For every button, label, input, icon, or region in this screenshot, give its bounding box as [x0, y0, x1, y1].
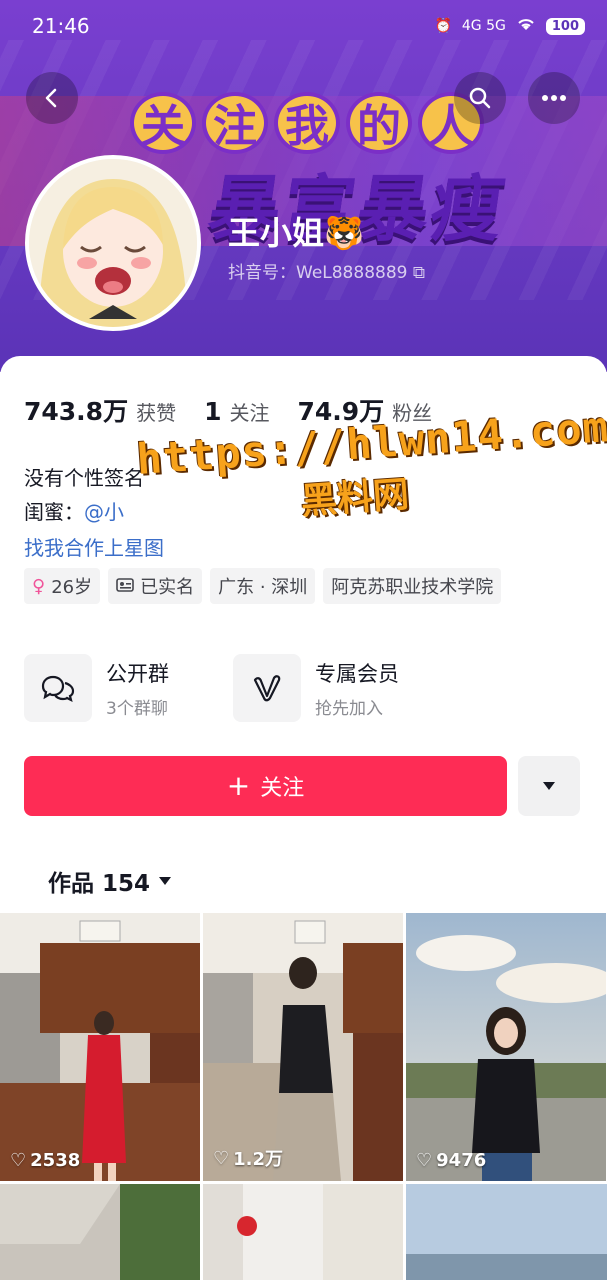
banner-char: 关	[130, 92, 196, 154]
member-sub: 抢先加入	[315, 698, 383, 719]
bio-signature: 没有个性签名	[24, 466, 144, 490]
video-thumbnail-image	[0, 1184, 200, 1280]
member-text: 专属会员 抢先加入	[315, 658, 399, 719]
follow-button[interactable]: + 关注	[24, 756, 507, 816]
heart-icon: ♡	[416, 1150, 433, 1171]
works-tab[interactable]: 作品 154	[48, 864, 172, 898]
profile-tags: ♀ 26岁 已实名 广东 · 深圳 阿克苏职业技术学院	[24, 568, 502, 604]
video-likes-count: 1.2万	[233, 1149, 284, 1170]
caret-down-icon	[543, 782, 555, 790]
video-thumbnail[interactable]: ♡ 1.2万	[203, 913, 403, 1181]
public-group-title: 公开群	[106, 661, 169, 686]
caret-down-icon	[159, 877, 172, 885]
public-group-text: 公开群 3个群聊	[106, 658, 169, 719]
tag-age: ♀ 26岁	[24, 568, 101, 604]
more-dots-icon	[542, 95, 566, 101]
alarm-icon: ⏰	[434, 18, 452, 34]
video-thumbnail-image	[203, 913, 403, 1181]
recommend-dropdown-button[interactable]	[518, 756, 580, 816]
video-thumbnail[interactable]: ♡ 2538	[0, 913, 200, 1181]
public-group-entry[interactable]: 公开群 3个群聊	[24, 654, 169, 722]
banner-char: 的	[346, 92, 412, 154]
likes-count[interactable]: 743.8万	[24, 392, 128, 428]
id-card-icon	[116, 576, 134, 597]
bio-bestie: 闺蜜：@小	[24, 496, 124, 525]
douyin-id-text: 抖音号：WeL8888889	[228, 263, 408, 283]
video-thumbnail-image	[203, 1184, 403, 1280]
heart-icon: ♡	[10, 1150, 27, 1171]
member-title: 专属会员	[315, 661, 399, 686]
video-thumbnail[interactable]	[406, 1184, 607, 1280]
wifi-icon	[516, 16, 536, 36]
douyin-id[interactable]: 抖音号：WeL8888889 ⧉	[228, 258, 425, 283]
video-likes: ♡ 1.2万	[213, 1145, 283, 1171]
more-button[interactable]	[528, 72, 580, 124]
banner-char: 注	[202, 92, 268, 154]
following-count[interactable]: 1	[204, 397, 221, 426]
video-likes: ♡ 2538	[10, 1150, 80, 1171]
feature-row: 公开群 3个群聊 专属会员 抢先加入	[24, 654, 584, 724]
tag-school-text: 阿克苏职业技术学院	[331, 577, 494, 598]
video-thumbnail[interactable]	[203, 1184, 403, 1280]
works-tab-label: 作品 154	[48, 871, 151, 897]
chat-bubble-icon	[24, 654, 92, 722]
avatar[interactable]	[25, 155, 201, 331]
banner-char: 我	[274, 92, 340, 154]
follow-label: 关注	[260, 776, 305, 801]
plus-icon: +	[226, 769, 251, 802]
video-thumbnail-image	[406, 1184, 607, 1280]
starmap-link[interactable]: 找我合作上星图	[24, 532, 164, 561]
status-icons: ⏰ 4G 5G 100	[434, 16, 585, 36]
public-group-sub: 3个群聊	[106, 698, 168, 719]
profile-card: 743.8万 获赞 1 关注 74.9万 粉丝 没有个性签名 闺蜜：@小 找我合…	[0, 356, 607, 1280]
status-bar: 21:46 ⏰ 4G 5G 100	[0, 0, 607, 56]
tag-verified-text: 已实名	[140, 577, 195, 598]
tag-verified: 已实名	[108, 568, 203, 604]
battery-icon: 100	[545, 17, 585, 35]
anime-avatar-image	[29, 159, 197, 327]
bio-bestie-prefix: 闺蜜：	[24, 500, 84, 524]
search-icon	[469, 87, 491, 109]
video-thumbnail-image	[406, 913, 606, 1181]
bestie-mention-link[interactable]: @小	[84, 500, 124, 524]
tag-age-text: 26岁	[51, 577, 93, 598]
following-label[interactable]: 关注	[229, 397, 269, 426]
status-time: 21:46	[32, 14, 90, 38]
back-button[interactable]	[26, 72, 78, 124]
video-thumbnail[interactable]	[0, 1184, 200, 1280]
nickname: 王小姐🐯	[228, 214, 364, 252]
search-button[interactable]	[454, 72, 506, 124]
heart-icon: ♡	[213, 1147, 230, 1169]
video-thumbnail-image	[0, 913, 200, 1181]
video-thumbnail[interactable]: ♡ 9476	[406, 913, 606, 1181]
vip-v-icon	[233, 654, 301, 722]
tag-location: 广东 · 深圳	[210, 568, 316, 604]
tag-school[interactable]: 阿克苏职业技术学院	[323, 568, 502, 604]
video-likes: ♡ 9476	[416, 1150, 486, 1171]
tag-location-text: 广东 · 深圳	[218, 577, 308, 598]
female-icon: ♀	[32, 575, 46, 597]
chevron-left-icon	[45, 88, 57, 108]
copy-icon[interactable]: ⧉	[413, 263, 425, 283]
likes-label[interactable]: 获赞	[136, 397, 176, 426]
member-entry[interactable]: 专属会员 抢先加入	[233, 654, 399, 722]
video-likes-count: 2538	[30, 1150, 81, 1171]
signal-icon: 4G 5G	[461, 18, 506, 34]
video-likes-count: 9476	[436, 1150, 487, 1171]
